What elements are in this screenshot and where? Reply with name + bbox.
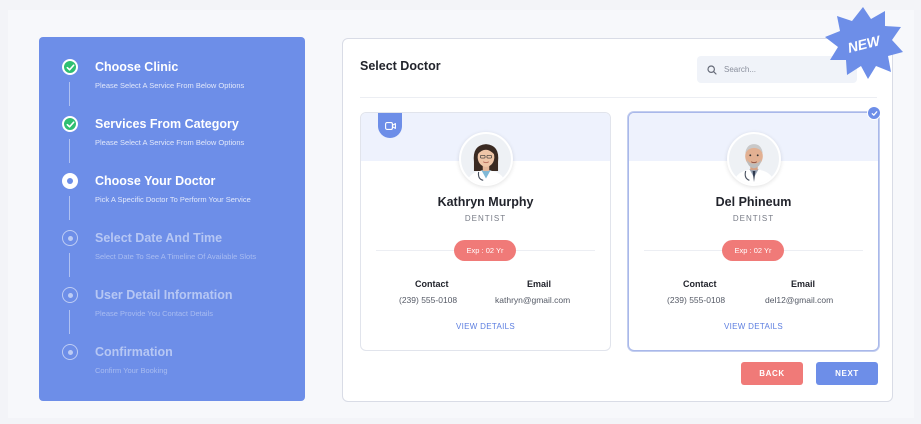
- doctor-role: DENTIST: [732, 214, 775, 223]
- step-user-detail-information[interactable]: User Detail Information Please Provide Y…: [39, 286, 305, 326]
- email-label: Email: [791, 279, 816, 289]
- pending-step-icon: [62, 230, 78, 246]
- step-services-from-category[interactable]: Services From Category Please Select A S…: [39, 115, 305, 155]
- video-camera-icon: [384, 121, 396, 130]
- step-connector: [69, 253, 70, 277]
- doctor-avatar: [727, 132, 781, 186]
- step-subtitle: Confirm Your Booking: [95, 366, 168, 375]
- contact-phone: (239) 555-0108: [399, 295, 458, 305]
- panel-divider: [360, 97, 877, 98]
- experience-badge: Exp : 02 Yr: [722, 240, 784, 261]
- step-connector: [69, 82, 70, 106]
- view-details-link[interactable]: VIEW DETAILS: [361, 322, 610, 331]
- contact-phone: (239) 555-0108: [667, 295, 726, 305]
- step-connector: [69, 310, 70, 334]
- step-confirmation[interactable]: Confirmation Confirm Your Booking: [39, 343, 305, 383]
- doctor-card-kathryn-murphy[interactable]: Kathryn Murphy DENTIST Exp : 02 Yr Conta…: [360, 112, 611, 351]
- step-choose-your-doctor[interactable]: Choose Your Doctor Pick A Specific Docto…: [39, 172, 305, 212]
- step-subtitle: Select Date To See A Timeline Of Availab…: [95, 252, 257, 261]
- step-title: Confirmation: [95, 345, 173, 359]
- step-title: Choose Clinic: [95, 60, 179, 74]
- select-doctor-panel: Select Doctor Kathryn Mur: [342, 38, 893, 402]
- step-subtitle: Pick A Specific Doctor To Perform Your S…: [95, 195, 251, 204]
- video-consult-badge: [378, 113, 402, 138]
- step-title: Choose Your Doctor: [95, 174, 216, 188]
- step-choose-clinic[interactable]: Choose Clinic Please Select A Service Fr…: [39, 58, 305, 98]
- male-doctor-portrait: [729, 134, 779, 184]
- selected-check-icon: [867, 106, 881, 120]
- step-connector: [69, 196, 70, 220]
- contact-email: del12@gmail.com: [765, 295, 834, 305]
- contact-label: Contact: [415, 279, 449, 289]
- new-starburst-badge: NEW: [825, 7, 903, 79]
- step-subtitle: Please Provide You Contact Details: [95, 309, 213, 318]
- check-circle-icon: [62, 59, 78, 75]
- doctor-name: Del Phineum: [715, 195, 792, 209]
- step-select-date-and-time[interactable]: Select Date And Time Select Date To See …: [39, 229, 305, 269]
- step-connector: [69, 139, 70, 163]
- check-circle-icon: [62, 116, 78, 132]
- experience-badge: Exp : 02 Yr: [454, 240, 516, 261]
- step-subtitle: Please Select A Service From Below Optio…: [95, 81, 245, 90]
- doctor-avatar: [459, 132, 513, 186]
- doctor-card-del-phineum[interactable]: Del Phineum DENTIST Exp : 02 Yr Contact …: [628, 112, 879, 351]
- doctor-name: Kathryn Murphy: [437, 195, 534, 209]
- panel-title: Select Doctor: [360, 59, 441, 73]
- view-details-link[interactable]: VIEW DETAILS: [629, 322, 878, 331]
- pending-step-icon: [62, 344, 78, 360]
- search-icon: [707, 64, 717, 75]
- next-button[interactable]: NEXT: [816, 362, 878, 385]
- doctor-role: DENTIST: [464, 214, 507, 223]
- step-subtitle: Please Select A Service From Below Optio…: [95, 138, 245, 147]
- email-label: Email: [527, 279, 552, 289]
- contact-email: kathryn@gmail.com: [495, 295, 571, 305]
- booking-stepper: Choose Clinic Please Select A Service Fr…: [39, 37, 305, 401]
- female-doctor-portrait: [461, 134, 511, 184]
- step-title: Select Date And Time: [95, 231, 223, 245]
- step-title: User Detail Information: [95, 288, 233, 302]
- step-title: Services From Category: [95, 117, 239, 131]
- active-step-icon: [62, 173, 78, 189]
- pending-step-icon: [62, 287, 78, 303]
- contact-label: Contact: [683, 279, 717, 289]
- back-button[interactable]: BACK: [741, 362, 803, 385]
